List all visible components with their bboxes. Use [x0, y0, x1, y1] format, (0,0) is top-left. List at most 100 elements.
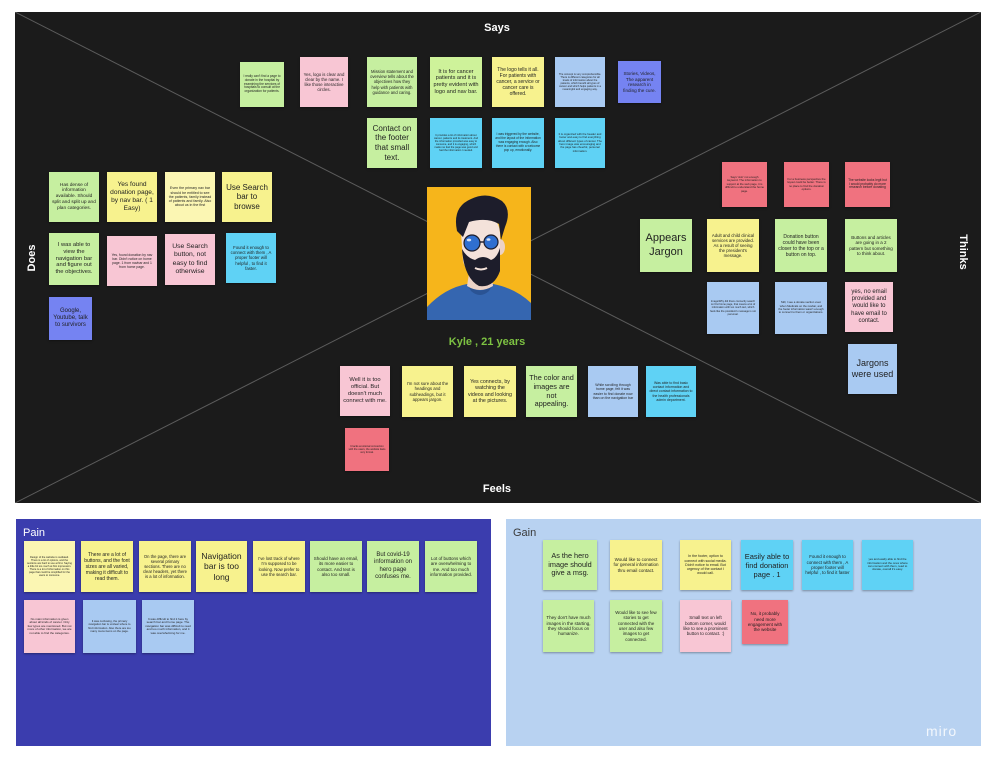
miro-board-canvas[interactable]: Says Feels Does Thinks Kyle , 21 years I… — [0, 0, 986, 757]
says-sticky-note[interactable]: Contact on the footer that small text. — [367, 118, 417, 168]
gain-sticky-note[interactable]: As the hero image should give a msg. — [543, 540, 597, 590]
sticky-note-text: Should have an email, its more easier to… — [313, 555, 359, 577]
sticky-note-text: Yes, logo is clear and clear by the name… — [303, 71, 345, 93]
gain-sticky-note[interactable]: Found it enough to connect with them , A… — [802, 540, 853, 590]
sticky-note-text: Says 'Join' not enough keyword. The info… — [725, 175, 764, 193]
says-sticky-note[interactable]: Mission statement and overview tells abo… — [367, 57, 417, 107]
feels-sticky-note[interactable]: The color and images are not appealing. — [526, 366, 577, 417]
sticky-note-text: It was difficult to find it here by sear… — [145, 616, 191, 635]
feels-sticky-note[interactable]: Yes connects, by watching the videos and… — [464, 366, 516, 417]
says-sticky-note[interactable]: I was triggered by the website, and the … — [492, 118, 544, 168]
gain-sticky-note[interactable]: They don't have much images in the start… — [543, 600, 594, 652]
does-sticky-note[interactable]: Google, Youtube, talk to survivors — [49, 297, 92, 340]
does-sticky-note[interactable]: Has dense of information available. Shou… — [49, 172, 99, 222]
sticky-note-text: Navigation bar is too long — [201, 551, 242, 582]
does-sticky-note[interactable]: I was able to view the navigation bar an… — [49, 233, 99, 285]
sticky-note-text: For a business perspective the layout co… — [787, 176, 826, 191]
sticky-note-text: Easily able to find donation page . 1 — [744, 551, 790, 579]
gain-sticky-note[interactable]: In the footer, option to connect with so… — [680, 540, 731, 590]
sticky-note-text: As the hero image should give a msg. — [548, 550, 592, 578]
gain-sticky-note[interactable]: Would like to see few stories to get con… — [610, 600, 662, 652]
pain-sticky-note[interactable]: I've lost track of where I'm supposed to… — [253, 541, 305, 592]
persona-illustration — [427, 187, 531, 320]
sticky-note-text: Yes found donation page, by nav bar. ( 1… — [110, 181, 154, 212]
sticky-note-text: It is for cancer patients and it is pret… — [433, 68, 479, 95]
feels-sticky-note[interactable]: I'm not sure about the headings and subh… — [402, 366, 453, 417]
thinks-sticky-note[interactable]: Donation button could have been closer t… — [775, 219, 827, 272]
says-sticky-note[interactable]: Stories, Videos, The apparent research i… — [618, 61, 661, 103]
thinks-sticky-note[interactable]: The website looks legit but I would prob… — [845, 162, 890, 207]
sticky-note-text: It was confusing, the primary navigation… — [88, 618, 131, 633]
thinks-sticky-note[interactable]: Appears Jargon — [640, 219, 692, 272]
pain-sticky-note[interactable]: There are a lot of buttons, and the font… — [81, 541, 133, 592]
sticky-note-text: The color and images are not appealing. — [529, 373, 574, 409]
thinks-label: Thinks — [957, 234, 969, 270]
pain-sticky-note[interactable]: Design of the website is outdated. There… — [24, 541, 75, 592]
does-sticky-note[interactable]: Yes found donation page, by nav bar. ( 1… — [107, 172, 157, 222]
pain-sticky-note[interactable]: But covid-19 information on hero page co… — [367, 541, 419, 592]
gain-sticky-note[interactable]: No, it probably need more engagement wit… — [742, 600, 788, 644]
feels-label: Feels — [482, 483, 512, 495]
does-label: Does — [26, 244, 38, 272]
feels-sticky-note[interactable]: It lacks emotional connection with the u… — [345, 428, 389, 471]
sticky-note-text: Found it enough to connect with them , A… — [230, 245, 272, 271]
sticky-note-text: Jargons were used — [851, 358, 894, 379]
pain-sticky-note[interactable]: Navigation bar is too long — [196, 541, 247, 592]
does-sticky-note[interactable]: Use Search button, not easy to find othe… — [165, 234, 215, 285]
persona-avatar[interactable] — [427, 187, 531, 320]
pain-sticky-note[interactable]: No main information is given about all k… — [24, 600, 75, 653]
sticky-note-text: Design of the website is outdated. There… — [27, 555, 72, 578]
does-sticky-note[interactable]: Use Search bar to browse — [222, 172, 272, 222]
sticky-note-text: Would like to connect for general inform… — [613, 556, 659, 573]
says-sticky-note[interactable]: The logo tells it all. For patients with… — [492, 57, 544, 107]
sticky-note-text: It lacks emotional connection with the u… — [348, 444, 386, 455]
gain-sticky-note[interactable]: Small text on left bottom corner, would … — [680, 600, 731, 652]
sticky-note-text: Has dense of information available. Shou… — [52, 182, 96, 211]
sticky-note-text: No main information is given about all k… — [27, 616, 72, 635]
sticky-note-text: Image/Why did there connectly search on … — [710, 300, 756, 316]
sticky-note-text: I'm not sure about the headings and subh… — [406, 381, 449, 402]
feels-sticky-note[interactable]: Well it is too official. But doesn't muc… — [340, 366, 390, 416]
sticky-note-text: Lot of buttons which are overwhelming to… — [429, 555, 473, 577]
pain-sticky-note[interactable]: It was confusing, the primary navigation… — [83, 600, 136, 653]
thinks-sticky-note[interactable]: Buttons and articles are going in a 2 pa… — [845, 219, 897, 272]
thinks-sticky-note[interactable]: For a business perspective the layout co… — [784, 162, 829, 207]
sticky-note-text: While scrolling through home page, felt … — [592, 383, 634, 400]
does-sticky-note[interactable]: Found it enough to connect with them , A… — [226, 233, 276, 283]
thinks-sticky-note[interactable]: Image/Why did there connectly search on … — [707, 282, 759, 334]
sticky-note-text: It provides a lot of information about c… — [433, 133, 479, 153]
sticky-note-text: Buttons and articles are going in a 2 pa… — [849, 234, 893, 256]
sticky-note-text: It is organized with the header and foot… — [558, 131, 602, 153]
sticky-note-text: Use Search bar to browse — [226, 182, 268, 211]
thinks-sticky-note[interactable]: Still, I see a donate section even when … — [775, 282, 827, 334]
does-sticky-note[interactable]: Yes, found donation by nav bar. Didn't n… — [107, 236, 157, 286]
says-sticky-note[interactable]: The concept is very comprehensible. Ther… — [555, 57, 605, 107]
feels-sticky-note[interactable]: While scrolling through home page, felt … — [588, 366, 638, 417]
gain-label: Gain — [513, 527, 537, 539]
does-sticky-note[interactable]: Even the primary nav bar should be entit… — [165, 172, 215, 222]
sticky-note-text: No, it probably need more engagement wit… — [747, 611, 783, 633]
sticky-note-text: The website looks legit but I would prob… — [848, 177, 887, 190]
says-sticky-note[interactable]: Yes, logo is clear and clear by the name… — [300, 57, 348, 107]
gain-sticky-note[interactable]: Easily able to find donation page . 1 — [741, 540, 793, 590]
gain-sticky-note[interactable]: yes and easily able to find the informat… — [862, 540, 913, 590]
pain-label: Pain — [23, 527, 46, 539]
sticky-note-text: They don't have much images in the start… — [546, 615, 591, 637]
sticky-note-text: Would like to see few stories to get con… — [615, 610, 657, 642]
thinks-sticky-note[interactable]: Adult and child clinical services are pr… — [707, 219, 759, 272]
says-sticky-note[interactable]: I really can't find a page to donate in … — [240, 62, 284, 107]
sticky-note-text: Small text on left bottom corner, would … — [683, 615, 728, 637]
thinks-sticky-note[interactable]: Jargons were used — [848, 344, 897, 394]
pain-sticky-note[interactable]: On the page, there are several primary s… — [139, 541, 191, 592]
says-sticky-note[interactable]: It provides a lot of information about c… — [430, 118, 482, 168]
says-sticky-note[interactable]: It is organized with the header and foot… — [555, 118, 605, 168]
pain-sticky-note[interactable]: Should have an email, its more easier to… — [310, 541, 362, 592]
says-sticky-note[interactable]: It is for cancer patients and it is pret… — [430, 57, 482, 107]
sticky-note-text: The logo tells it all. For patients with… — [496, 67, 540, 97]
thinks-sticky-note[interactable]: yes, no email provided and would like to… — [845, 282, 893, 332]
gain-sticky-note[interactable]: Would like to connect for general inform… — [610, 540, 662, 590]
thinks-sticky-note[interactable]: Says 'Join' not enough keyword. The info… — [722, 162, 767, 207]
feels-sticky-note[interactable]: Was able to find basic contact informati… — [646, 366, 696, 417]
pain-sticky-note[interactable]: It was difficult to find it here by sear… — [142, 600, 194, 653]
pain-sticky-note[interactable]: Lot of buttons which are overwhelming to… — [425, 541, 477, 592]
